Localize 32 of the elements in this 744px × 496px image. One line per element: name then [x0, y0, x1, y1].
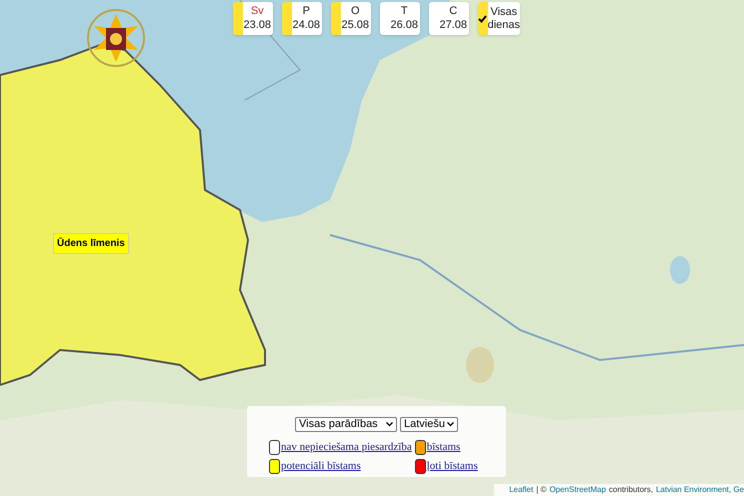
language-select[interactable]: Latviešu: [400, 417, 458, 432]
chevron-down-icon: [386, 422, 393, 427]
date-label: 26.08: [390, 19, 418, 32]
level-link[interactable]: bīstams: [426, 441, 460, 454]
attribution-text: contributors,: [608, 485, 653, 495]
day-button[interactable]: Sv 23.08: [233, 2, 273, 35]
date-label: 27.08: [439, 19, 467, 32]
level-link[interactable]: ļoti bīstams: [426, 460, 478, 473]
date-label: 24.08: [292, 19, 320, 32]
weekday-label: Sv: [250, 5, 264, 18]
date-label: 25.08: [341, 19, 369, 32]
weekday-label: P: [302, 5, 310, 18]
filter-select[interactable]: Visas parādības: [295, 417, 397, 432]
all-days-toggle[interactable]: Visas dienas: [478, 2, 520, 35]
region-label: Ūdens līmenis: [53, 233, 129, 254]
attribution-link[interactable]: OpenStreetMap: [549, 485, 606, 495]
attribution-text: | ©: [536, 485, 546, 495]
level-link[interactable]: potenciāli bīstams: [281, 460, 361, 473]
weekday-label: T: [400, 5, 408, 18]
day-button[interactable]: T 26.08: [380, 2, 420, 35]
level-link[interactable]: nav nepieciešama piesardzība: [281, 441, 412, 454]
weekday-label: C: [449, 5, 458, 18]
checkbox-icon[interactable]: [478, 2, 488, 35]
all-days-label: Visas dienas: [488, 6, 520, 32]
weekday-label: O: [350, 5, 360, 18]
attribution-link[interactable]: Leaflet: [509, 485, 534, 495]
attribution-link[interactable]: Latvian Environment, Ge: [656, 485, 744, 495]
day-button[interactable]: P 24.08: [282, 2, 322, 35]
day-button[interactable]: O 25.08: [331, 2, 371, 35]
chevron-down-icon: [446, 422, 454, 427]
date-label: 23.08: [243, 19, 271, 32]
day-button[interactable]: C 27.08: [429, 2, 469, 35]
